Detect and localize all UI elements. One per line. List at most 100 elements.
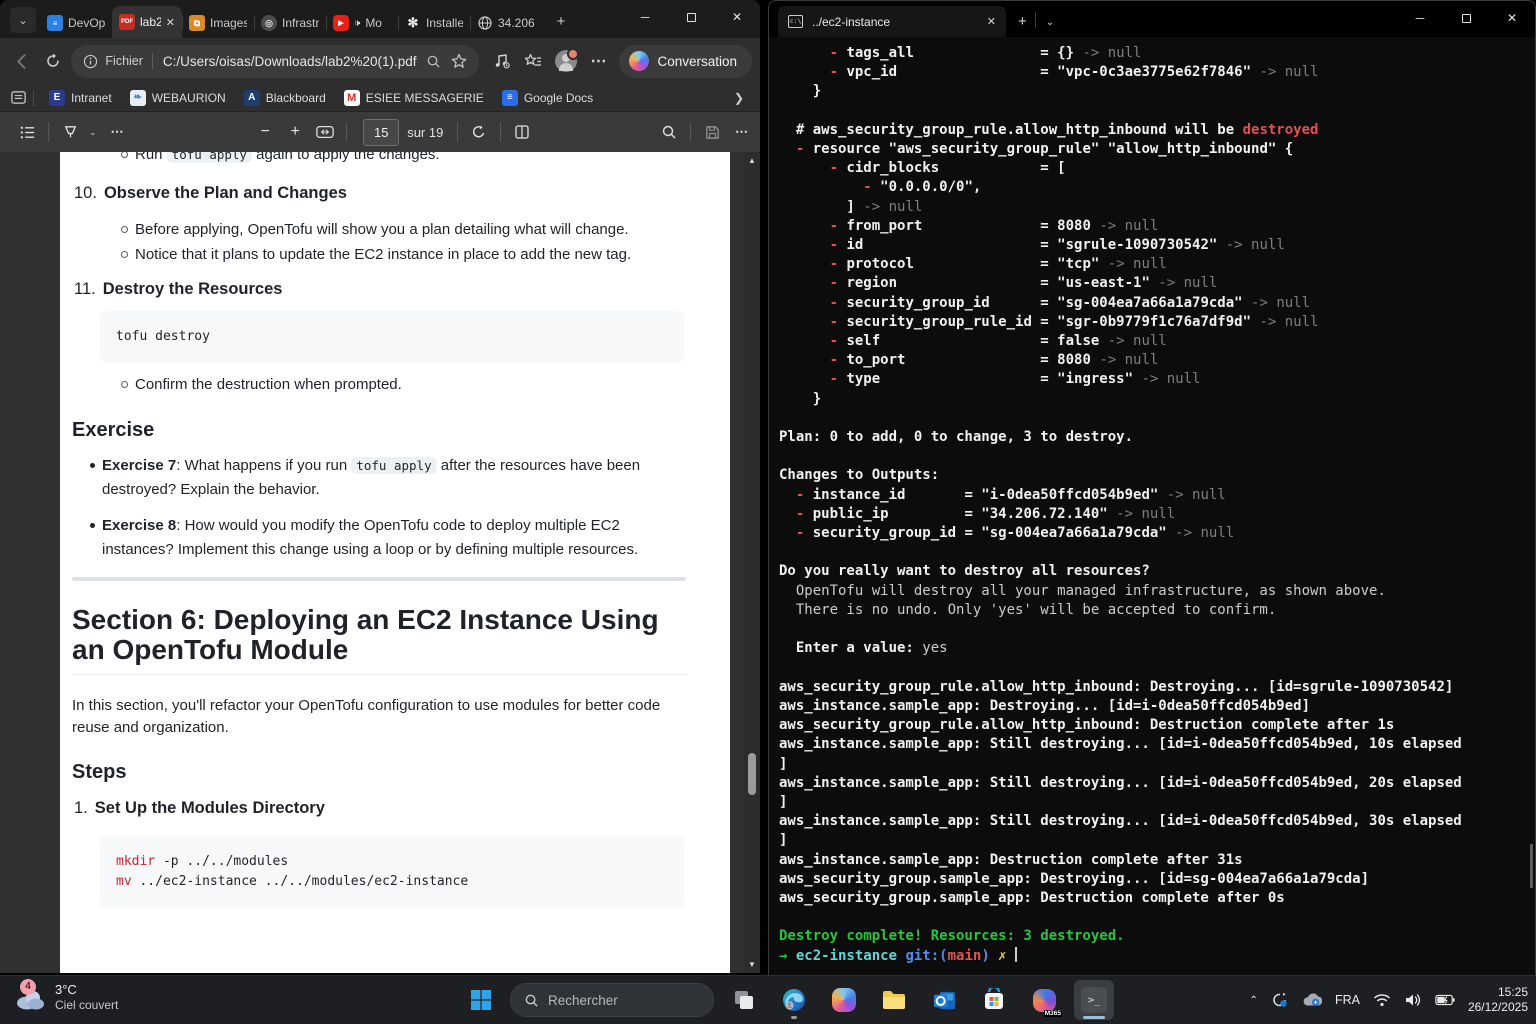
task-view-button[interactable] bbox=[724, 980, 764, 1020]
draw-highlight-icon[interactable] bbox=[55, 117, 85, 147]
pdf-more-tools-icon[interactable]: ⋯ bbox=[111, 124, 124, 140]
profile-avatar[interactable] bbox=[555, 48, 580, 72]
language-indicator[interactable]: FRA bbox=[1335, 993, 1360, 1007]
start-button[interactable] bbox=[462, 980, 500, 1020]
taskbar-explorer-icon[interactable] bbox=[874, 980, 914, 1020]
tab-audio-icon[interactable]: 🕩 bbox=[354, 18, 360, 29]
bookmark-google-docs[interactable]: ≡ Google Docs bbox=[493, 86, 602, 110]
bookmark-webaurion[interactable]: ❧ WEBAURION bbox=[121, 86, 235, 110]
pdf-search-icon[interactable] bbox=[654, 117, 684, 147]
doc-heading-text: Destroy the Resources bbox=[102, 280, 283, 298]
terminal-line: - security_group_id = "sg-004ea7a66a1a79… bbox=[779, 524, 1535, 543]
collections-panel-icon[interactable] bbox=[10, 89, 27, 106]
terminal-new-tab-button[interactable]: + bbox=[1018, 13, 1027, 30]
page-view-icon[interactable] bbox=[507, 117, 537, 147]
update-sync-icon[interactable] bbox=[1271, 991, 1289, 1009]
terminal-close-button[interactable]: ✕ bbox=[1489, 1, 1535, 35]
browser-tab-installer[interactable]: ✻ Installe bbox=[398, 8, 470, 38]
bookmarks-overflow-chevron[interactable]: ❯ bbox=[734, 91, 750, 105]
back-button[interactable] bbox=[8, 46, 38, 76]
terminal-text-run bbox=[779, 160, 830, 176]
scroll-down-arrow[interactable]: ▼ bbox=[744, 960, 760, 969]
save-icon[interactable] bbox=[697, 117, 727, 147]
terminal-minimize-button[interactable]: ─ bbox=[1397, 1, 1443, 35]
bookmark-messagerie[interactable]: M ESIEE MESSAGERIE bbox=[335, 86, 493, 110]
battery-icon[interactable] bbox=[1435, 994, 1455, 1006]
minimize-button[interactable]: ─ bbox=[622, 0, 668, 34]
address-bar[interactable]: Fichier C:/Users/oisas/Downloads/lab2%20… bbox=[71, 44, 480, 78]
pdf-scrollbar[interactable]: ▲ ▼ bbox=[744, 152, 760, 973]
devops-favicon: ≡ bbox=[47, 15, 63, 31]
text-run: mv bbox=[116, 874, 132, 889]
terminal-text-run: } bbox=[779, 83, 822, 100]
taskbar-m365-icon[interactable]: M365 bbox=[1024, 980, 1064, 1020]
collections-favorites-icon[interactable] bbox=[524, 52, 542, 70]
media-control-icon[interactable] bbox=[493, 52, 511, 70]
close-button[interactable]: ✕ bbox=[714, 0, 760, 34]
taskbar-clock[interactable]: 15:25 26/12/2025 bbox=[1468, 985, 1528, 1015]
terminal-text-run: aws_instance.sample_app: Destruction com… bbox=[779, 851, 1243, 868]
terminal-line: } bbox=[779, 390, 1535, 409]
browser-window: ⌄ ≡ DevOps PDF lab2 ✕ ⧉ Images ◎ Infrast… bbox=[0, 0, 760, 973]
divider bbox=[151, 53, 153, 69]
bookmark-intranet[interactable]: E Intranet bbox=[40, 86, 121, 110]
weather-widget[interactable]: 4 3°C Ciel couvert bbox=[14, 978, 118, 1013]
terminal-dropdown-button[interactable]: ⌄ bbox=[1046, 17, 1054, 28]
toolbar-icons: ⋯ bbox=[493, 48, 607, 72]
browser-tab-images[interactable]: ⧉ Images bbox=[182, 8, 254, 38]
new-tab-button[interactable]: + bbox=[548, 8, 574, 34]
browser-tab-ip[interactable]: 34.206. bbox=[470, 8, 542, 38]
address-url[interactable]: C:/Users/oisas/Downloads/lab2%20(1).pdf bbox=[163, 54, 425, 69]
terminal-line: - to_port = 8080 -> null bbox=[779, 351, 1535, 370]
browser-tab-youtube[interactable]: ▶ 🕩 Mo bbox=[326, 8, 398, 38]
terminal-maximize-button[interactable] bbox=[1443, 1, 1489, 35]
terminal-scrollbar-thumb[interactable] bbox=[1530, 844, 1533, 888]
terminal-tab-close-icon[interactable]: ✕ bbox=[987, 15, 996, 28]
page-number-input[interactable]: 15 bbox=[363, 118, 400, 146]
tray-time: 15:25 bbox=[1497, 985, 1528, 999]
settings-more-icon[interactable]: ⋯ bbox=[590, 51, 607, 71]
scrollbar-thumb[interactable] bbox=[748, 753, 756, 795]
search-in-page-icon[interactable] bbox=[426, 54, 441, 69]
volume-icon[interactable] bbox=[1404, 992, 1422, 1008]
maximize-button[interactable] bbox=[668, 0, 714, 34]
terminal-line: ] bbox=[779, 755, 1535, 774]
fit-width-icon[interactable] bbox=[310, 117, 340, 147]
terminal-line: ] bbox=[779, 793, 1535, 812]
browser-tab-pdf-active[interactable]: PDF lab2 ✕ bbox=[112, 6, 182, 38]
zoom-in-icon[interactable]: + bbox=[280, 117, 310, 147]
tab-search-menu-button[interactable]: ⌄ bbox=[10, 7, 36, 33]
taskbar-terminal-icon[interactable]: >_ bbox=[1074, 980, 1114, 1020]
pdf-more-icon[interactable]: ⋯ bbox=[735, 124, 748, 140]
bookmark-blackboard[interactable]: A Blackboard bbox=[235, 86, 335, 110]
rotate-icon[interactable] bbox=[464, 117, 494, 147]
taskbar-search[interactable]: Rechercher bbox=[510, 983, 714, 1017]
taskbar-copilot-icon[interactable] bbox=[824, 980, 864, 1020]
onedrive-icon[interactable] bbox=[1302, 993, 1322, 1007]
zoom-out-icon[interactable]: − bbox=[250, 117, 280, 147]
terminal-text-run: - bbox=[829, 294, 839, 311]
terminal-text-run: - bbox=[829, 237, 839, 254]
favorite-star-icon[interactable] bbox=[451, 53, 467, 69]
tray-chevron-icon[interactable]: ⌃ bbox=[1250, 995, 1258, 1006]
toc-icon[interactable] bbox=[12, 117, 42, 147]
taskbar-store-icon[interactable] bbox=[974, 980, 1014, 1020]
draw-dropdown-chevron[interactable]: ⌄ bbox=[89, 127, 97, 138]
taskbar-outlook-icon[interactable] bbox=[924, 980, 964, 1020]
terminal-content[interactable]: - tags_all = {} -> null - vpc_id = "vpc-… bbox=[769, 37, 1535, 966]
terminal-text-run: - bbox=[829, 160, 839, 177]
terminal-text-run: -> null bbox=[1082, 45, 1142, 61]
refresh-button[interactable] bbox=[38, 46, 68, 76]
terminal-text-run bbox=[779, 141, 796, 157]
scroll-up-arrow[interactable]: ▲ bbox=[744, 156, 760, 165]
tab-close-icon[interactable]: ✕ bbox=[166, 16, 175, 29]
copilot-conversation-button[interactable]: Conversation bbox=[619, 44, 753, 78]
browser-tab-devops[interactable]: ≡ DevOps bbox=[40, 8, 112, 38]
taskbar-edge-icon[interactable] bbox=[774, 980, 814, 1020]
pdf-viewport: Run tofu apply again to apply the change… bbox=[0, 152, 760, 973]
info-icon[interactable] bbox=[83, 54, 98, 69]
wifi-icon[interactable] bbox=[1373, 993, 1391, 1007]
browser-tab-infrastructure[interactable]: ◎ Infrastr bbox=[254, 8, 326, 38]
terminal-tab[interactable]: c:\ ../ec2-instance ✕ bbox=[778, 6, 1006, 37]
search-icon bbox=[525, 994, 538, 1007]
